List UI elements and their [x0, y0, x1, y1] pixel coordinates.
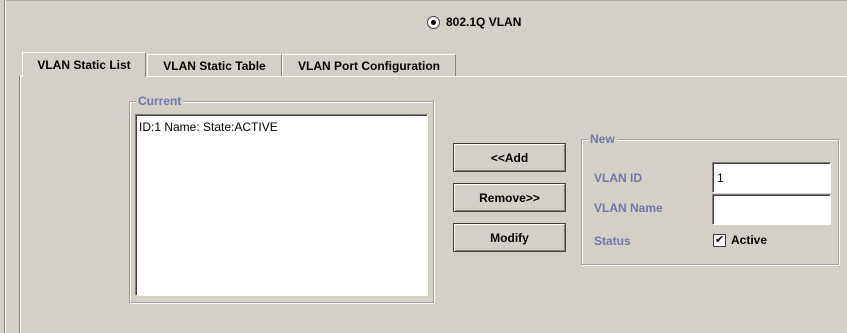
vlan-mode-label: 802.1Q VLAN: [446, 15, 522, 29]
new-groupbox-title: New: [588, 132, 617, 146]
modify-button[interactable]: Modify: [453, 223, 566, 252]
remove-button[interactable]: Remove>>: [453, 183, 566, 212]
tab-vlan-port-configuration[interactable]: VLAN Port Configuration: [282, 54, 456, 76]
new-groupbox: New VLAN ID VLAN Name Status ✔ Active: [581, 132, 839, 265]
vlan-name-label: VLAN Name: [594, 201, 663, 215]
current-groupbox-title: Current: [136, 94, 184, 108]
vlan-id-field[interactable]: [712, 162, 831, 193]
tab-vlan-static-list[interactable]: VLAN Static List: [22, 52, 146, 77]
list-item[interactable]: ID:1 Name: State:ACTIVE: [139, 120, 424, 134]
vlan-name-field[interactable]: [712, 194, 831, 225]
current-groupbox: Current ID:1 Name: State:ACTIVE: [129, 94, 434, 303]
checkmark-icon: ✔: [714, 233, 725, 246]
active-checkbox[interactable]: ✔: [713, 233, 726, 247]
status-label: Status: [594, 234, 631, 248]
active-label: Active: [731, 233, 768, 247]
tab-vlan-static-table[interactable]: VLAN Static Table: [147, 54, 282, 76]
vlan-mode-radio[interactable]: [427, 15, 440, 29]
vlan-mode-option[interactable]: 802.1Q VLAN: [427, 15, 521, 29]
window-left-edge-highlight: [5, 0, 6, 333]
current-vlan-list[interactable]: ID:1 Name: State:ACTIVE: [135, 114, 428, 296]
top-divider: [6, 0, 847, 1]
active-option[interactable]: ✔ Active: [713, 233, 767, 247]
vlan-id-label: VLAN ID: [594, 171, 642, 185]
add-button[interactable]: <<Add: [453, 143, 566, 172]
